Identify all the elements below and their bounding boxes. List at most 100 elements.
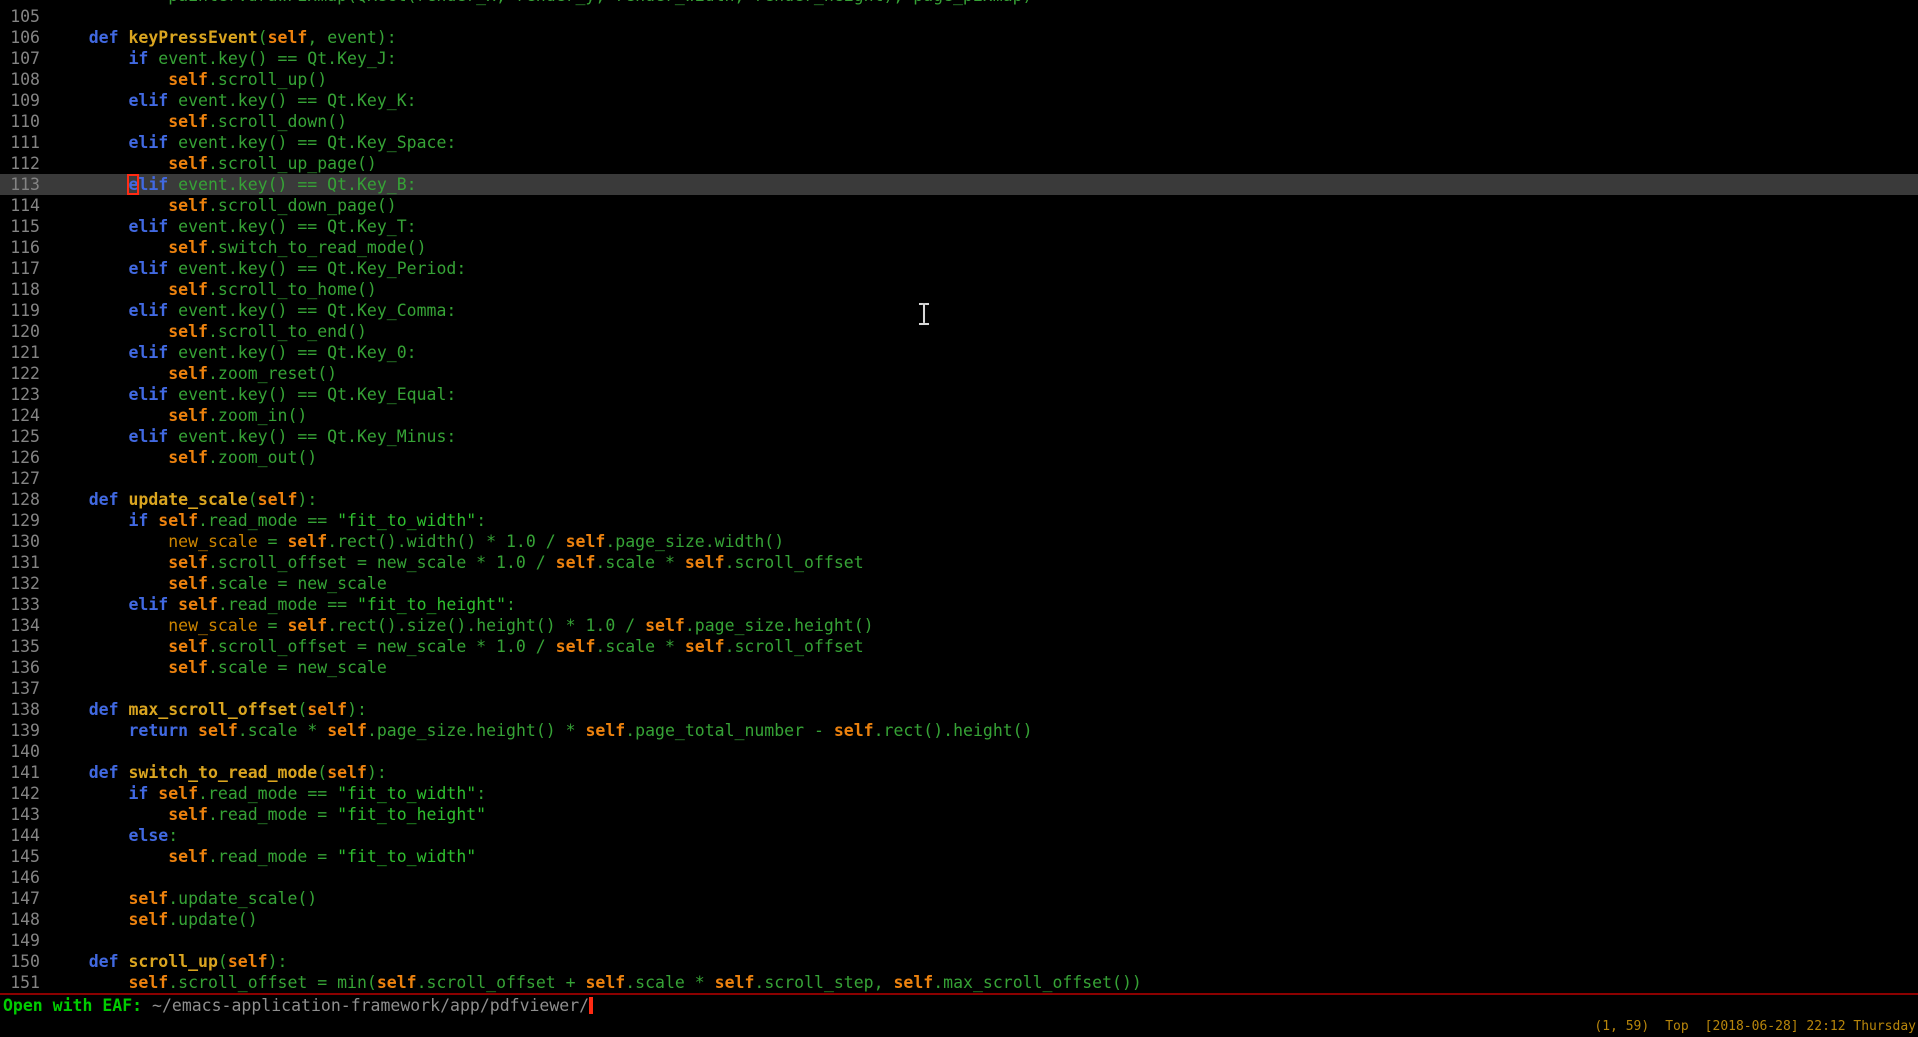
code-text[interactable]: self.scroll_to_end() — [49, 321, 367, 342]
code-line[interactable]: 120 self.scroll_to_end() — [0, 321, 1918, 342]
code-line[interactable]: 123 elif event.key() == Qt.Key_Equal: — [0, 384, 1918, 405]
code-text[interactable]: def switch_to_read_mode(self): — [49, 762, 387, 783]
code-window: painter.drawPixmap(QRect(render_x, rende… — [0, 0, 1918, 993]
code-line[interactable]: 140 — [0, 741, 1918, 762]
code-line[interactable]: 143 self.read_mode = "fit_to_height" — [0, 804, 1918, 825]
code-line[interactable]: 128 def update_scale(self): — [0, 489, 1918, 510]
code-line[interactable]: 150 def scroll_up(self): — [0, 951, 1918, 972]
code-text[interactable]: elif self.read_mode == "fit_to_height": — [49, 594, 516, 615]
code-text[interactable]: elif event.key() == Qt.Key_K: — [49, 90, 417, 111]
line-number: 132 — [0, 573, 49, 594]
code-text[interactable]: self.scroll_down_page() — [49, 195, 397, 216]
code-text[interactable]: self.scroll_down() — [49, 111, 347, 132]
code-text[interactable]: self.scroll_up_page() — [49, 153, 377, 174]
code-line[interactable]: 135 self.scroll_offset = new_scale * 1.0… — [0, 636, 1918, 657]
code-line[interactable]: 146 — [0, 867, 1918, 888]
code-line[interactable]: 121 elif event.key() == Qt.Key_0: — [0, 342, 1918, 363]
code-text[interactable]: def keyPressEvent(self, event): — [49, 27, 397, 48]
code-line[interactable]: 127 — [0, 468, 1918, 489]
code-line[interactable]: 139 return self.scale * self.page_size.h… — [0, 720, 1918, 741]
code-line[interactable]: 147 self.update_scale() — [0, 888, 1918, 909]
code-text[interactable]: elif event.key() == Qt.Key_Comma: — [49, 300, 456, 321]
code-text[interactable]: elif event.key() == Qt.Key_Minus: — [49, 426, 456, 447]
code-line[interactable]: 133 elif self.read_mode == "fit_to_heigh… — [0, 594, 1918, 615]
code-text[interactable]: elif event.key() == Qt.Key_Equal: — [49, 384, 456, 405]
code-line[interactable]: 119 elif event.key() == Qt.Key_Comma: — [0, 300, 1918, 321]
code-line[interactable]: 136 self.scale = new_scale — [0, 657, 1918, 678]
code-text[interactable]: self.scroll_to_home() — [49, 279, 377, 300]
code-text[interactable]: self.scroll_up() — [49, 69, 327, 90]
code-text[interactable]: return self.scale * self.page_size.heigh… — [49, 720, 1033, 741]
code-line[interactable]: 148 self.update() — [0, 909, 1918, 930]
code-line[interactable]: 114 self.scroll_down_page() — [0, 195, 1918, 216]
code-line[interactable]: 125 elif event.key() == Qt.Key_Minus: — [0, 426, 1918, 447]
code-text[interactable]: if event.key() == Qt.Key_J: — [49, 48, 397, 69]
code-line[interactable]: 134 new_scale = self.rect().size().heigh… — [0, 615, 1918, 636]
code-text[interactable]: new_scale = self.rect().width() * 1.0 / … — [49, 531, 784, 552]
code-text[interactable]: new_scale = self.rect().size().height() … — [49, 615, 874, 636]
code-text[interactable]: self.update() — [49, 909, 258, 930]
code-text[interactable]: if self.read_mode == "fit_to_width": — [49, 783, 486, 804]
code-text[interactable]: elif event.key() == Qt.Key_Period: — [49, 258, 466, 279]
code-text[interactable]: self.zoom_out() — [49, 447, 317, 468]
code-line[interactable]: 145 self.read_mode = "fit_to_width" — [0, 846, 1918, 867]
code-text[interactable]: self.zoom_reset() — [49, 363, 337, 384]
line-number: 116 — [0, 237, 49, 258]
code-line[interactable]: 112 self.scroll_up_page() — [0, 153, 1918, 174]
minibuffer-prompt-row[interactable]: Open with EAF: ~/emacs-application-frame… — [0, 995, 1918, 1016]
code-text[interactable]: self.scroll_offset = new_scale * 1.0 / s… — [49, 552, 864, 573]
code-text[interactable]: self.update_scale() — [49, 888, 317, 909]
code-text[interactable]: self.read_mode = "fit_to_width" — [49, 846, 476, 867]
code-line[interactable]: 118 self.scroll_to_home() — [0, 279, 1918, 300]
code-text[interactable]: else: — [49, 825, 178, 846]
code-line[interactable]: 113 elif event.key() == Qt.Key_B: — [0, 174, 1918, 195]
line-number: 121 — [0, 342, 49, 363]
code-text[interactable]: def update_scale(self): — [49, 489, 317, 510]
code-line[interactable]: 108 self.scroll_up() — [0, 69, 1918, 90]
cursor-position-indicator: (1, 59) — [1594, 1019, 1649, 1034]
code-text[interactable]: def max_scroll_offset(self): — [49, 699, 367, 720]
code-line[interactable]: 106 def keyPressEvent(self, event): — [0, 27, 1918, 48]
code-text[interactable]: self.read_mode = "fit_to_height" — [49, 804, 486, 825]
code-line[interactable]: 122 self.zoom_reset() — [0, 363, 1918, 384]
code-text[interactable]: if self.read_mode == "fit_to_width": — [49, 510, 486, 531]
code-line[interactable]: 131 self.scroll_offset = new_scale * 1.0… — [0, 552, 1918, 573]
code-text[interactable]: self.scale = new_scale — [49, 573, 387, 594]
code-line[interactable]: 107 if event.key() == Qt.Key_J: — [0, 48, 1918, 69]
code-line[interactable]: 149 — [0, 930, 1918, 951]
code-text[interactable]: elif event.key() == Qt.Key_Space: — [49, 132, 456, 153]
code-line[interactable]: 137 — [0, 678, 1918, 699]
line-number: 139 — [0, 720, 49, 741]
code-line[interactable]: 142 if self.read_mode == "fit_to_width": — [0, 783, 1918, 804]
minibuffer[interactable]: Open with EAF: ~/emacs-application-frame… — [0, 995, 1918, 1037]
code-line[interactable]: 144 else: — [0, 825, 1918, 846]
code-text[interactable]: elif event.key() == Qt.Key_B: — [49, 174, 417, 195]
code-line[interactable]: 109 elif event.key() == Qt.Key_K: — [0, 90, 1918, 111]
code-text[interactable]: elif event.key() == Qt.Key_0: — [49, 342, 417, 363]
code-text[interactable]: elif event.key() == Qt.Key_T: — [49, 216, 417, 237]
code-line[interactable]: 124 self.zoom_in() — [0, 405, 1918, 426]
code-line[interactable]: 111 elif event.key() == Qt.Key_Space: — [0, 132, 1918, 153]
code-line[interactable]: 141 def switch_to_read_mode(self): — [0, 762, 1918, 783]
code-text[interactable]: self.switch_to_read_mode() — [49, 237, 427, 258]
code-line[interactable]: 151 self.scroll_offset = min(self.scroll… — [0, 972, 1918, 993]
code-line[interactable]: 130 new_scale = self.rect().width() * 1.… — [0, 531, 1918, 552]
line-number: 134 — [0, 615, 49, 636]
code-line[interactable]: 132 self.scale = new_scale — [0, 573, 1918, 594]
code-line[interactable]: 129 if self.read_mode == "fit_to_width": — [0, 510, 1918, 531]
code-line[interactable]: 126 self.zoom_out() — [0, 447, 1918, 468]
code-text[interactable]: def scroll_up(self): — [49, 951, 287, 972]
code-text[interactable]: self.scroll_offset = min(self.scroll_off… — [49, 972, 1142, 993]
code-line[interactable]: 110 self.scroll_down() — [0, 111, 1918, 132]
code-line[interactable]: 115 elif event.key() == Qt.Key_T: — [0, 216, 1918, 237]
line-number: 108 — [0, 69, 49, 90]
code-text[interactable]: self.scale = new_scale — [49, 657, 387, 678]
minibuffer-input[interactable]: ~/emacs-application-framework/app/pdfvie… — [152, 996, 589, 1015]
code-line[interactable]: 138 def max_scroll_offset(self): — [0, 699, 1918, 720]
code-line[interactable]: 117 elif event.key() == Qt.Key_Period: — [0, 258, 1918, 279]
code-text[interactable]: self.zoom_in() — [49, 405, 307, 426]
code-line[interactable]: 116 self.switch_to_read_mode() — [0, 237, 1918, 258]
code-text[interactable]: self.scroll_offset = new_scale * 1.0 / s… — [49, 636, 864, 657]
line-number: 107 — [0, 48, 49, 69]
code-line[interactable]: 105 — [0, 6, 1918, 27]
